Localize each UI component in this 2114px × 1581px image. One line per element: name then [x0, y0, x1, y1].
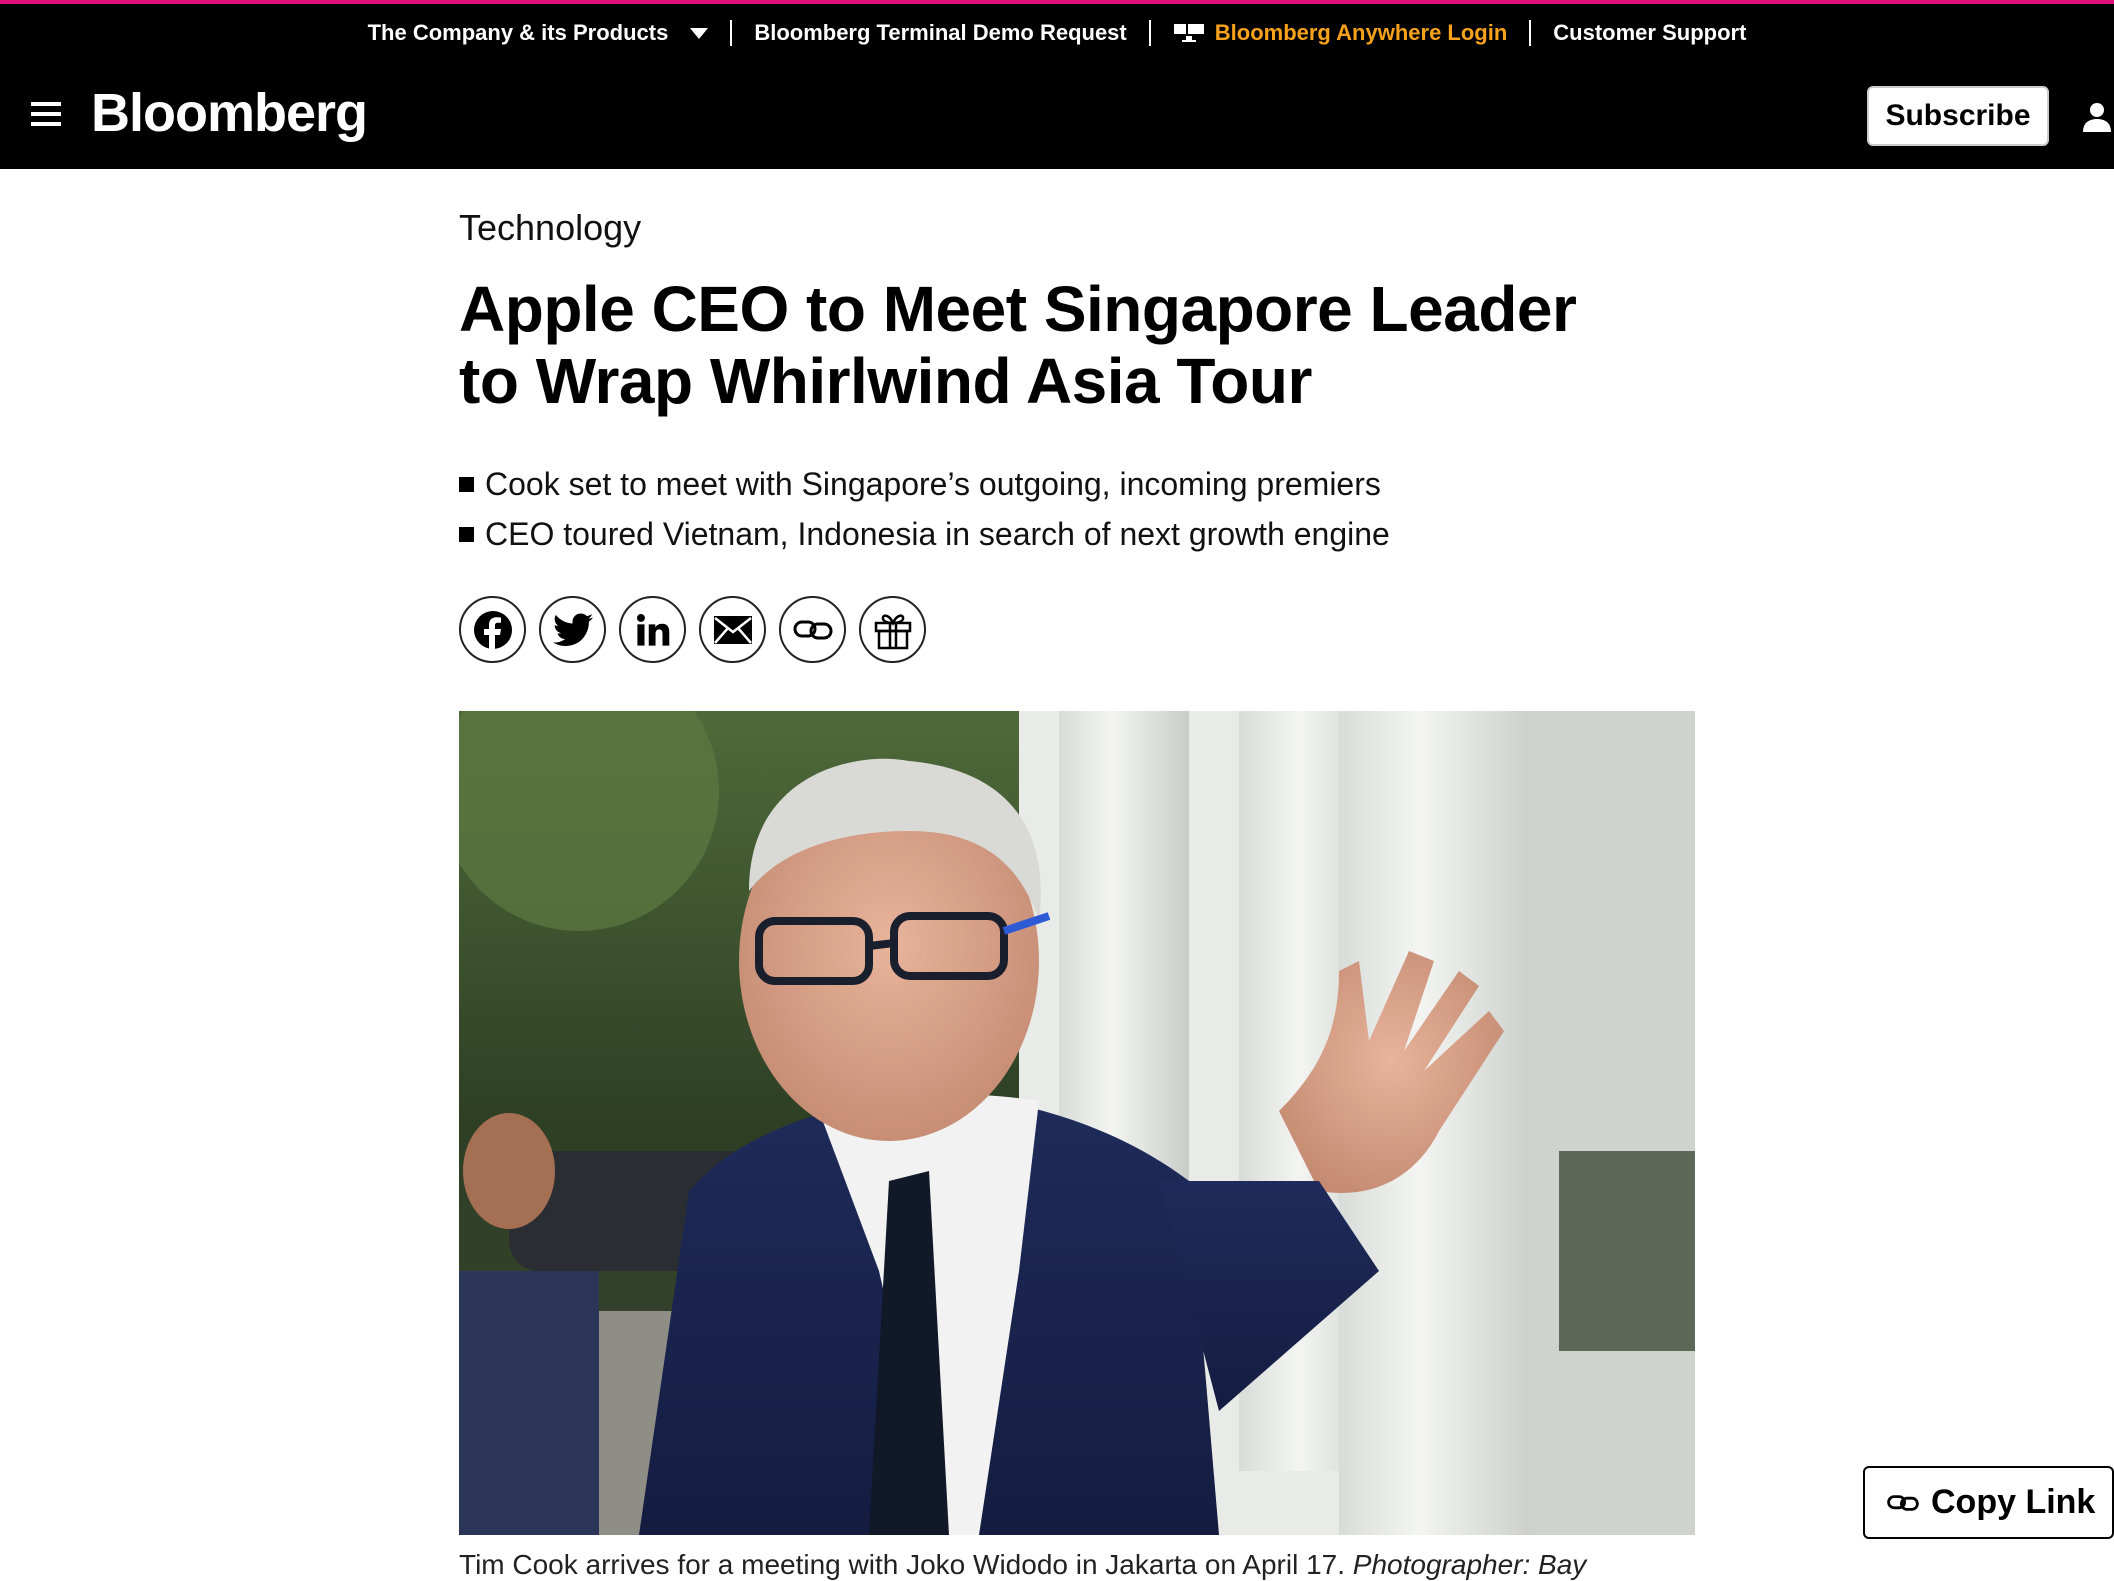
anywhere-login-link[interactable]: Bloomberg Anywhere Login	[1151, 20, 1530, 46]
headline-line-1: Apple CEO to Meet Singapore Leader	[459, 273, 1577, 345]
share-email-button[interactable]	[699, 596, 766, 663]
gift-icon	[874, 613, 911, 649]
headline: Apple CEO to Meet Singapore Leader to Wr…	[459, 273, 1695, 417]
copy-link-label: Copy Link	[1931, 1483, 2096, 1521]
menu-icon[interactable]	[31, 102, 61, 128]
photo-tim-cook	[459, 711, 1695, 1535]
main-nav: Bloomberg Subscribe	[0, 62, 2114, 169]
linkedin-icon	[636, 613, 669, 646]
bullet-item: CEO toured Vietnam, Indonesia in search …	[459, 509, 1390, 559]
share-row	[459, 596, 926, 663]
section-label[interactable]: Technology	[459, 207, 641, 249]
twitter-icon	[552, 613, 593, 646]
link-icon	[1887, 1494, 1919, 1511]
caption-credit: Photographer: Bay	[1352, 1549, 1587, 1580]
copy-link-share-button[interactable]	[779, 596, 846, 663]
terminal-demo-label: Bloomberg Terminal Demo Request	[754, 20, 1127, 45]
facebook-icon	[473, 610, 512, 650]
photo-caption: Tim Cook arrives for a meeting with Joko…	[459, 1549, 1695, 1581]
email-icon	[713, 615, 752, 644]
summary-bullets: Cook set to meet with Singapore’s outgoi…	[459, 459, 1390, 559]
caption-text: Tim Cook arrives for a meeting with Joko…	[459, 1549, 1353, 1580]
share-twitter-button[interactable]	[539, 596, 606, 663]
terminal-icon	[1173, 24, 1204, 42]
bullet-item: Cook set to meet with Singapore’s outgoi…	[459, 459, 1390, 509]
user-icon[interactable]	[2080, 100, 2114, 134]
terminal-demo-link[interactable]: Bloomberg Terminal Demo Request	[732, 20, 1148, 46]
chevron-down-icon	[690, 27, 709, 39]
copy-link-button[interactable]: Copy Link	[1863, 1466, 2114, 1539]
subscribe-button[interactable]: Subscribe	[1867, 86, 2049, 146]
bullet-square-icon	[459, 527, 474, 542]
hero-photo	[459, 711, 1695, 1535]
bullet-square-icon	[459, 477, 474, 492]
bullet-text: Cook set to meet with Singapore’s outgoi…	[485, 466, 1381, 502]
bloomberg-logo[interactable]: Bloomberg	[91, 82, 368, 144]
customer-support-link[interactable]: Customer Support	[1531, 20, 1768, 46]
link-icon	[793, 620, 832, 639]
bullet-text: CEO toured Vietnam, Indonesia in search …	[485, 516, 1390, 552]
company-products-menu[interactable]: The Company & its Products	[346, 20, 731, 46]
share-facebook-button[interactable]	[459, 596, 526, 663]
gift-article-button[interactable]	[859, 596, 926, 663]
headline-line-2: to Wrap Whirlwind Asia Tour	[459, 345, 1312, 417]
utility-bar: The Company & its Products Bloomberg Ter…	[0, 4, 2114, 62]
anywhere-login-label: Bloomberg Anywhere Login	[1214, 20, 1508, 45]
customer-support-label: Customer Support	[1553, 20, 1747, 45]
company-products-label: The Company & its Products	[367, 20, 669, 45]
share-linkedin-button[interactable]	[619, 596, 686, 663]
